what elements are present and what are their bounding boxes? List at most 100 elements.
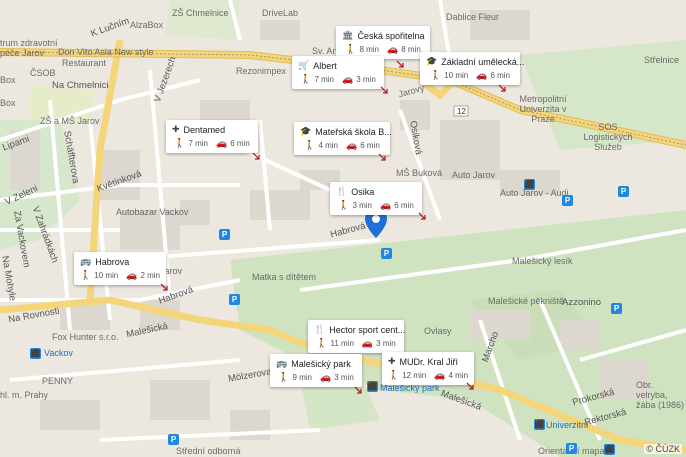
- label-univerzitni: Univerzitní: [546, 420, 589, 430]
- direction-arrow-icon: [466, 382, 474, 390]
- poi-title: Albert: [313, 60, 337, 71]
- drive-time: 6 min: [490, 71, 510, 80]
- label-csob: ČSOB: [30, 68, 56, 78]
- poi-title: Osika: [351, 186, 375, 197]
- walk-time: 4 min: [318, 141, 338, 150]
- direction-arrow-icon: [396, 60, 404, 68]
- walk-icon: 🚶: [316, 338, 328, 348]
- parking-icon[interactable]: P: [381, 248, 392, 259]
- poi-popup[interactable]: 🚌 Malešický park 🚶 9 min 🚗 3 min: [270, 354, 362, 387]
- poi-popup[interactable]: 🚌 Habrova 🚶 10 min 🚗 2 min: [74, 252, 166, 285]
- drive-time: 3 min: [376, 339, 396, 348]
- direction-arrow-icon: [354, 386, 362, 394]
- parking-icon[interactable]: P: [168, 434, 179, 445]
- poi-popup[interactable]: 🍴 Hector sport cent... 🚶 11 min 🚗 3 min: [308, 320, 406, 353]
- poi-popup[interactable]: 🛒 Albert 🚶 7 min 🚗 3 min: [292, 56, 384, 89]
- walk-time: 3 min: [352, 201, 372, 210]
- drive-time: 4 min: [448, 371, 469, 380]
- restaurant-icon: 🍴: [314, 324, 326, 334]
- school-icon: 🎓: [300, 126, 312, 136]
- bus-stop-icon[interactable]: ⬛: [367, 381, 378, 392]
- bus-icon: 🚌: [80, 256, 92, 266]
- direction-arrow-icon: [160, 283, 168, 291]
- label-auto-jarov: Auto Jarov: [452, 170, 496, 180]
- poi-title: Mateřská škola B...: [315, 126, 392, 137]
- label-box-1: Box: [0, 75, 16, 85]
- parking-icon[interactable]: P: [566, 443, 577, 454]
- poi-title: MUDr. Kral Jiří: [399, 356, 459, 367]
- drive-time: 3 min: [334, 373, 354, 382]
- walk-time: 10 min: [444, 71, 469, 80]
- car-icon: 🚗: [346, 140, 358, 150]
- copyright: © ČÚZK: [644, 444, 682, 454]
- label-sos: SOS Logistických Služeb: [583, 122, 633, 152]
- bus-stop-icon[interactable]: ⬛: [534, 419, 545, 430]
- walk-icon: 🚶: [278, 372, 290, 382]
- label-trum: trum zdravotní: [0, 38, 58, 48]
- label-stredni: Střední odborná: [176, 446, 241, 456]
- car-icon: 🚗: [126, 270, 138, 280]
- drive-time: 6 min: [360, 141, 380, 150]
- walk-time: 11 min: [330, 339, 354, 348]
- school-icon: 🎓: [426, 56, 438, 66]
- medical-icon: ✚: [388, 356, 396, 366]
- poi-title: Habrova: [95, 256, 130, 267]
- drive-time: 2 min: [140, 271, 161, 280]
- label-ovlasy: Ovlasy: [424, 326, 452, 336]
- bus-stop-icon[interactable]: ⬛: [604, 444, 615, 455]
- parking-icon[interactable]: P: [618, 186, 629, 197]
- walk-icon: 🚶: [304, 140, 316, 150]
- drive-time: 8 min: [401, 45, 421, 54]
- direction-arrow-icon: [378, 153, 386, 161]
- street-azzonino: Azzonino: [562, 297, 602, 308]
- label-obr-velryba: Obr. velryba, žába (1986): [636, 380, 685, 410]
- car-icon: 🚗: [342, 74, 354, 84]
- parking-icon[interactable]: P: [611, 303, 622, 314]
- bus-stop-icon[interactable]: ⬛: [30, 348, 41, 359]
- label-hl-m-prahy: hl. m. Prahy: [0, 390, 49, 400]
- bus-stop-icon[interactable]: ⬛: [524, 179, 535, 190]
- poi-popup[interactable]: ✚ MUDr. Kral Jiří 🚶 12 min 🚗 4 min: [382, 352, 474, 385]
- poi-title: Dentamed: [183, 124, 226, 135]
- label-malesicke-pekniste: Malešické pěkniště: [488, 296, 565, 306]
- walk-icon: 🚶: [174, 138, 186, 148]
- label-autobazar: Autobazar Vackov: [116, 207, 189, 217]
- label-zs-chmelnice: ZŠ Chmelnice: [172, 8, 229, 18]
- poi-title: Základní umělecká...: [441, 56, 525, 67]
- route-12-label: 12: [457, 107, 466, 116]
- car-icon: 🚗: [387, 44, 399, 54]
- car-icon: 🚗: [476, 70, 488, 80]
- parking-icon[interactable]: P: [229, 294, 240, 305]
- parking-icon[interactable]: P: [219, 229, 230, 240]
- bus-icon: 🚌: [276, 358, 288, 368]
- label-vackov: Vackov: [44, 348, 73, 358]
- label-strelnice: Střelnice: [644, 55, 680, 65]
- direction-arrow-icon: [418, 212, 426, 220]
- car-icon: 🚗: [434, 370, 446, 380]
- label-don-vito: Don Vito Asia New style: [58, 47, 154, 57]
- walk-icon: 🚶: [80, 270, 92, 280]
- walk-icon: 🚶: [345, 44, 357, 54]
- car-icon: 🚗: [216, 138, 228, 148]
- walk-icon: 🚶: [429, 70, 442, 80]
- label-zs-ms-jarov: ZŠ a MŠ Jarov: [40, 116, 100, 126]
- car-icon: 🚗: [380, 200, 392, 210]
- drive-time: 6 min: [230, 139, 250, 148]
- poi-title: Hector sport cent...: [329, 324, 406, 335]
- walk-time: 7 min: [188, 139, 208, 148]
- label-drivelab: DriveLab: [262, 8, 299, 18]
- poi-popup[interactable]: 🏛 Česká spořitelna 🚶 8 min 🚗 8 min: [336, 26, 430, 59]
- walk-time: 12 min: [402, 371, 427, 380]
- poi-title: Česká spořitelna: [357, 30, 425, 41]
- label-pece: péče Jarov: [0, 48, 45, 58]
- poi-popup[interactable]: 🍴 Osika 🚶 3 min 🚗 6 min: [330, 182, 422, 215]
- poi-popup[interactable]: 🎓 Základní umělecká... 🚶 10 min 🚗 6 min: [420, 52, 524, 85]
- walk-time: 9 min: [292, 373, 312, 382]
- parking-icon[interactable]: P: [562, 195, 573, 206]
- drive-time: 6 min: [394, 201, 414, 210]
- poi-popup[interactable]: ✚ Dentamed 🚶 7 min 🚗 6 min: [166, 120, 258, 153]
- label-alzabox: AlzaBox: [130, 20, 164, 30]
- poi-popup[interactable]: 🎓 Mateřská škola B... 🚶 4 min 🚗 6 min: [294, 122, 392, 155]
- label-fox-hunter: Fox Hunter s.r.o.: [52, 332, 119, 342]
- medical-icon: ✚: [172, 124, 180, 134]
